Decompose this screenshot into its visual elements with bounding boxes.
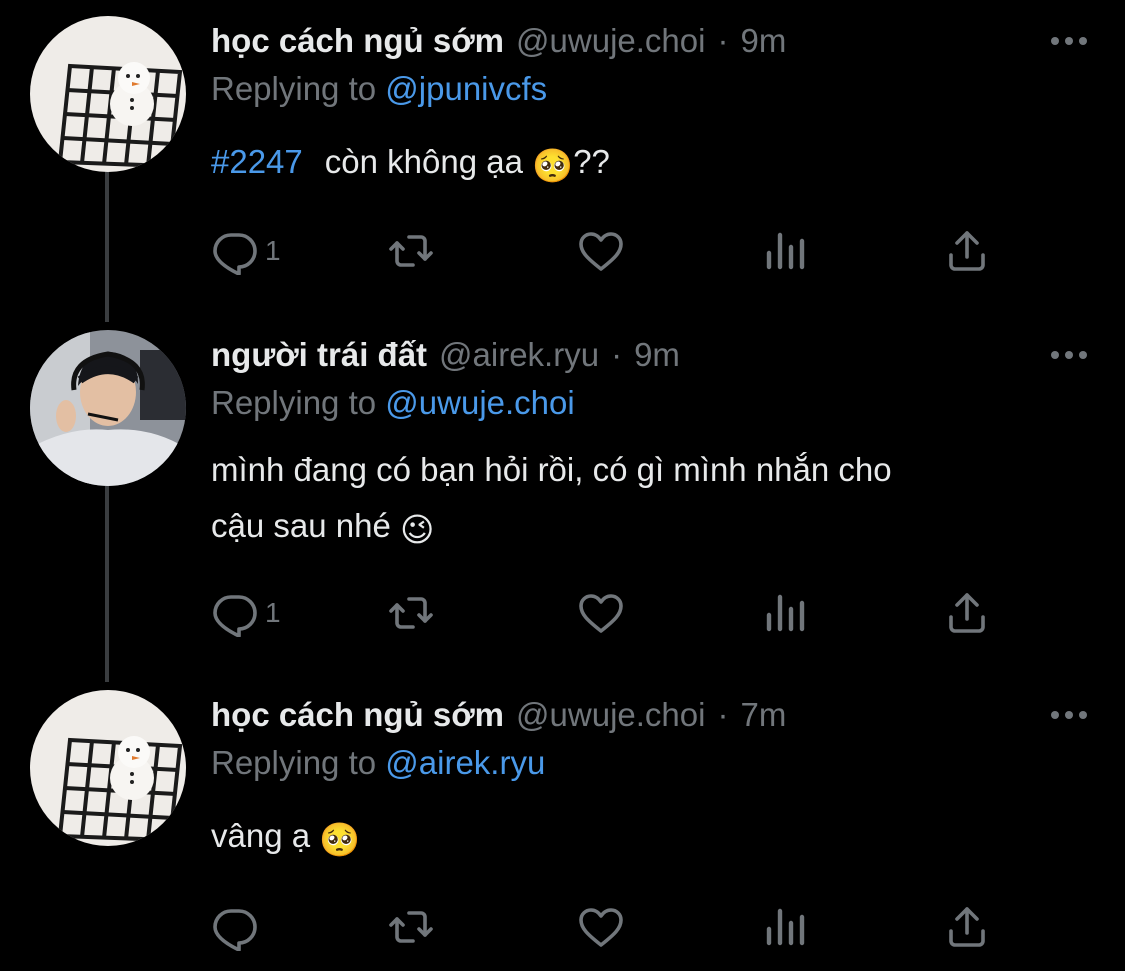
retweet-button[interactable] — [387, 902, 435, 952]
like-button[interactable] — [577, 902, 625, 952]
handle[interactable]: @uwuje.choi — [516, 690, 705, 740]
replying-prefix: Replying to — [211, 384, 377, 421]
retweet-icon — [389, 235, 433, 267]
avatar[interactable] — [30, 16, 186, 172]
retweet-button[interactable] — [387, 588, 435, 638]
views-button[interactable] — [761, 902, 809, 952]
tweet-text-line: cậu sau nhé — [211, 507, 391, 544]
action-bar: 1 — [211, 226, 1001, 276]
handle[interactable]: @uwuje.choi — [516, 16, 705, 66]
display-name[interactable]: học cách ngủ sớm — [211, 16, 504, 66]
tweet-header: người trái đất @airek.ryu · 9m — [211, 330, 680, 380]
like-button[interactable] — [577, 226, 625, 276]
views-button[interactable] — [761, 588, 809, 638]
pleading-face-emoji: 🥺 — [532, 146, 574, 185]
reply-count: 1 — [265, 235, 281, 266]
handle[interactable]: @airek.ryu — [439, 330, 599, 380]
share-icon — [949, 231, 985, 271]
timestamp[interactable]: 9m — [634, 330, 680, 380]
mention-link[interactable]: @jpunivcfs — [385, 70, 547, 107]
views-button[interactable] — [761, 226, 809, 276]
share-icon — [949, 593, 985, 633]
more-icon[interactable] — [1049, 348, 1089, 362]
replying-to: Replying to @jpunivcfs — [211, 64, 547, 114]
action-bar — [211, 902, 1001, 952]
action-bar: 1 — [211, 588, 1001, 638]
reply-icon — [213, 595, 257, 637]
share-button[interactable] — [943, 588, 991, 638]
display-name[interactable]: người trái đất — [211, 330, 427, 380]
pleading-face-emoji: 🥺 — [319, 820, 361, 859]
reply-icon — [213, 233, 257, 275]
reply-button[interactable]: 1 — [211, 226, 281, 276]
replying-prefix: Replying to — [211, 70, 377, 107]
separator: · — [717, 22, 729, 59]
tweet-text: mình đang có bạn hỏi rồi, có gì mình nhắ… — [211, 442, 892, 558]
reply-button[interactable] — [211, 902, 265, 952]
mention-link[interactable]: @uwuje.choi — [385, 384, 574, 421]
winking-face-emoji: 😉 — [399, 510, 435, 549]
tweet-header: học cách ngủ sớm @uwuje.choi · 7m — [211, 690, 786, 740]
replying-to: Replying to @uwuje.choi — [211, 378, 575, 428]
views-icon — [766, 908, 805, 946]
retweet-icon — [389, 911, 433, 943]
reply-count: 1 — [265, 597, 281, 628]
like-icon — [579, 594, 623, 633]
separator: · — [717, 696, 729, 733]
timestamp[interactable]: 9m — [740, 16, 786, 66]
reply-button[interactable]: 1 — [211, 588, 281, 638]
avatar-image — [30, 330, 186, 486]
share-button[interactable] — [943, 902, 991, 952]
replying-prefix: Replying to — [211, 744, 377, 781]
avatar[interactable] — [30, 330, 186, 486]
more-icon[interactable] — [1049, 708, 1089, 722]
share-button[interactable] — [943, 226, 991, 276]
tweet-text: #2247 còn không ạa 🥺?? — [211, 134, 610, 194]
avatar-image — [30, 690, 186, 846]
retweet-icon — [389, 597, 433, 629]
share-icon — [949, 907, 985, 947]
retweet-button[interactable] — [387, 226, 435, 276]
tweet-text-line: còn không ạa — [324, 143, 523, 180]
like-icon — [579, 908, 623, 947]
replying-to: Replying to @airek.ryu — [211, 738, 545, 788]
hashtag-link[interactable]: #2247 — [211, 143, 303, 180]
tweet-header: học cách ngủ sớm @uwuje.choi · 9m — [211, 16, 786, 66]
tweet[interactable]: học cách ngủ sớm @uwuje.choi · 7m Replyi… — [0, 690, 1125, 960]
tweet-text-suffix: ?? — [573, 143, 610, 180]
reply-icon — [213, 909, 257, 951]
tweet[interactable]: người trái đất @airek.ryu · 9m Replying … — [0, 330, 1125, 660]
display-name[interactable]: học cách ngủ sớm — [211, 690, 504, 740]
avatar-image — [30, 16, 186, 172]
separator: · — [611, 336, 623, 373]
views-icon — [766, 594, 805, 632]
views-icon — [766, 232, 805, 270]
like-icon — [579, 232, 623, 271]
tweet-text-line: mình đang có bạn hỏi rồi, có gì mình nhắ… — [211, 451, 892, 488]
more-icon[interactable] — [1049, 34, 1089, 48]
like-button[interactable] — [577, 588, 625, 638]
tweet[interactable]: học cách ngủ sớm @uwuje.choi · 9m Replyi… — [0, 16, 1125, 286]
tweet-text: vâng ạ 🥺 — [211, 808, 360, 868]
mention-link[interactable]: @airek.ryu — [385, 744, 545, 781]
tweet-text-line: vâng ạ — [211, 817, 311, 854]
avatar[interactable] — [30, 690, 186, 846]
timestamp[interactable]: 7m — [740, 690, 786, 740]
